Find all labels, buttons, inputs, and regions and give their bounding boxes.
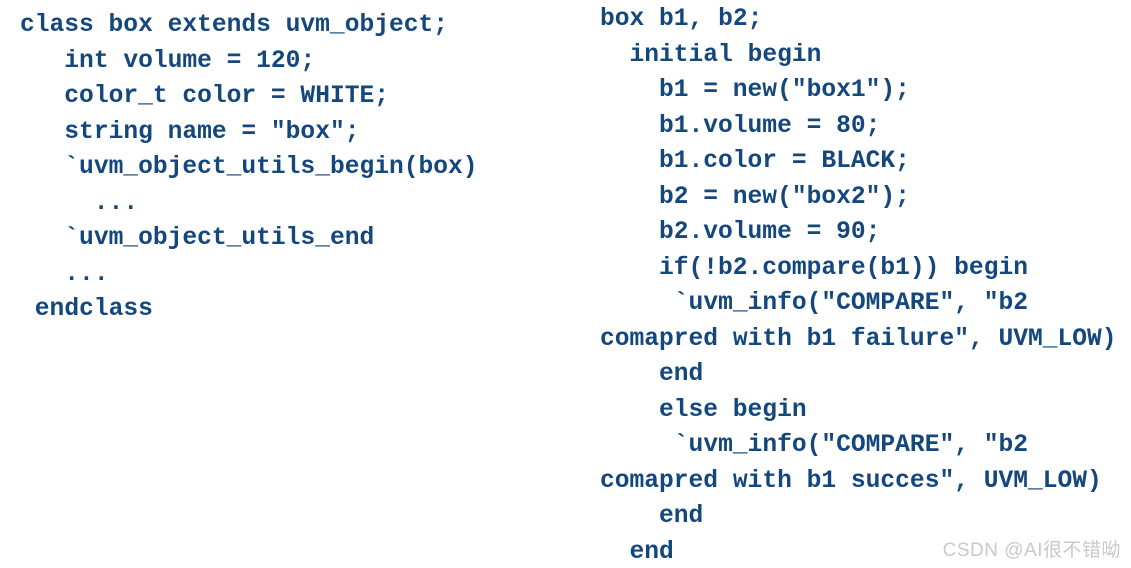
code-line: initial begin [629, 41, 822, 69]
code-line: class box extends uvm_object; [20, 12, 449, 39]
right-code-block: box b1, b2; initial begin b1 = new("box1")… [580, 0, 1131, 568]
code-line: `uvm_object_utils_end [64, 225, 375, 252]
code-line: end [659, 361, 704, 388]
code-line: b1.color = BLACK; [659, 148, 910, 175]
code-line: ... [93, 189, 139, 217]
code-line: b1 = new("box1"); [659, 77, 910, 104]
code-line: b2 = new("box2"); [659, 183, 910, 211]
code-line: comapred with b1 failure", UVM_LOW) [600, 325, 1117, 353]
code-line: int volume = 120; [64, 47, 316, 75]
code-line: color_t color = WHITE; [64, 83, 389, 110]
code-line: endclass [34, 296, 153, 323]
code-line: comapred with b1 succes", UVM_LOW) [600, 467, 1102, 495]
code-line: b2.volume = 90; [659, 219, 881, 246]
code-line: `uvm_info("COMPARE", "b2 [673, 432, 1029, 459]
code-line: string name = "box"; [64, 118, 360, 146]
code-line: `uvm_info("COMPARE", "b2 [673, 290, 1029, 317]
code-line: ... [64, 260, 109, 288]
code-snippet-page: class box extends uvm_object;int volume … [0, 0, 1131, 568]
code-line: if(!b2.compare(b1)) begin [659, 254, 1028, 282]
csdn-watermark: CSDN @AI很不错呦 [942, 540, 1121, 561]
left-code-block: class box extends uvm_object;int volume … [0, 0, 575, 328]
code-line: box b1, b2; [600, 6, 763, 33]
code-line: end [659, 503, 704, 530]
code-line: `uvm_object_utils_begin(box) [64, 154, 478, 181]
code-line: b1.volume = 80; [659, 112, 881, 140]
code-line: else begin [659, 396, 807, 424]
